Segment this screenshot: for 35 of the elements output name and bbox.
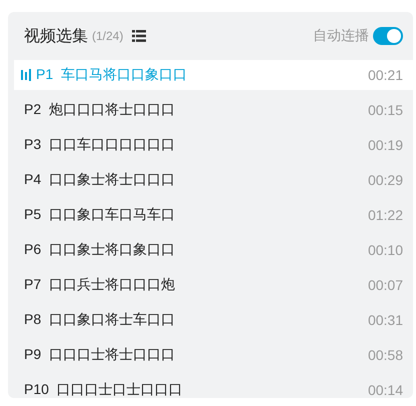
episode-duration: 00:29 [368,172,403,188]
episode-duration: 00:10 [368,242,403,258]
episode-item[interactable]: P6 口口象士将口象口口 00:10 [14,235,413,265]
playlist-title: 视频选集 [24,26,88,46]
episode-duration: 00:15 [368,102,403,118]
episode-duration: 00:19 [368,137,403,153]
episode-title: P2 炮口口口将士口口口 [24,101,175,119]
episode-item[interactable]: P2 炮口口口将士口口口 00:15 [14,95,413,125]
episode-title: P9 口口口士将士口口口 [24,346,175,364]
episode-duration: 00:21 [368,67,403,83]
autoplay-label: 自动连播 [313,27,369,45]
episode-duration: 00:31 [368,312,403,328]
episode-title: P6 口口象士将口象口口 [24,241,175,259]
episode-duration: 00:58 [368,347,403,363]
episode-title: P8 口口象口将士车口口 [24,311,175,329]
episode-count: (1/24) [92,29,124,43]
episode-item[interactable]: P9 口口口士将士口口口 00:58 [14,340,413,370]
episode-title: P4 口口象士将士口口口 [24,171,175,189]
episode-duration: 00:07 [368,277,403,293]
episode-title: P5 口口象口车口马车口 [24,206,175,224]
episode-title: P10 口口口士口士口口口 [24,381,183,398]
episode-title: P7 口口兵士将口口口炮 [24,276,175,294]
episode-item[interactable]: P3 口口车口口口口口口 00:19 [14,130,413,160]
episode-duration: 00:14 [368,382,403,398]
episode-item[interactable]: P10 口口口士口士口口口 00:14 [14,375,413,398]
playing-icon [21,69,31,81]
episode-item[interactable]: P5 口口象口车口马车口 01:22 [14,200,413,230]
episode-item[interactable]: P4 口口象士将士口口口 00:29 [14,165,413,195]
episode-item[interactable]: P7 口口兵士将口口口炮 00:07 [14,270,413,300]
episode-duration: 01:22 [368,207,403,223]
list-icon[interactable] [132,30,146,42]
episode-item[interactable]: P8 口口象口将士车口口 00:31 [14,305,413,335]
episode-title: P1 车口马将口口象口口 [36,66,187,84]
autoplay-toggle[interactable] [373,27,403,45]
episode-title: P3 口口车口口口口口口 [24,136,175,154]
